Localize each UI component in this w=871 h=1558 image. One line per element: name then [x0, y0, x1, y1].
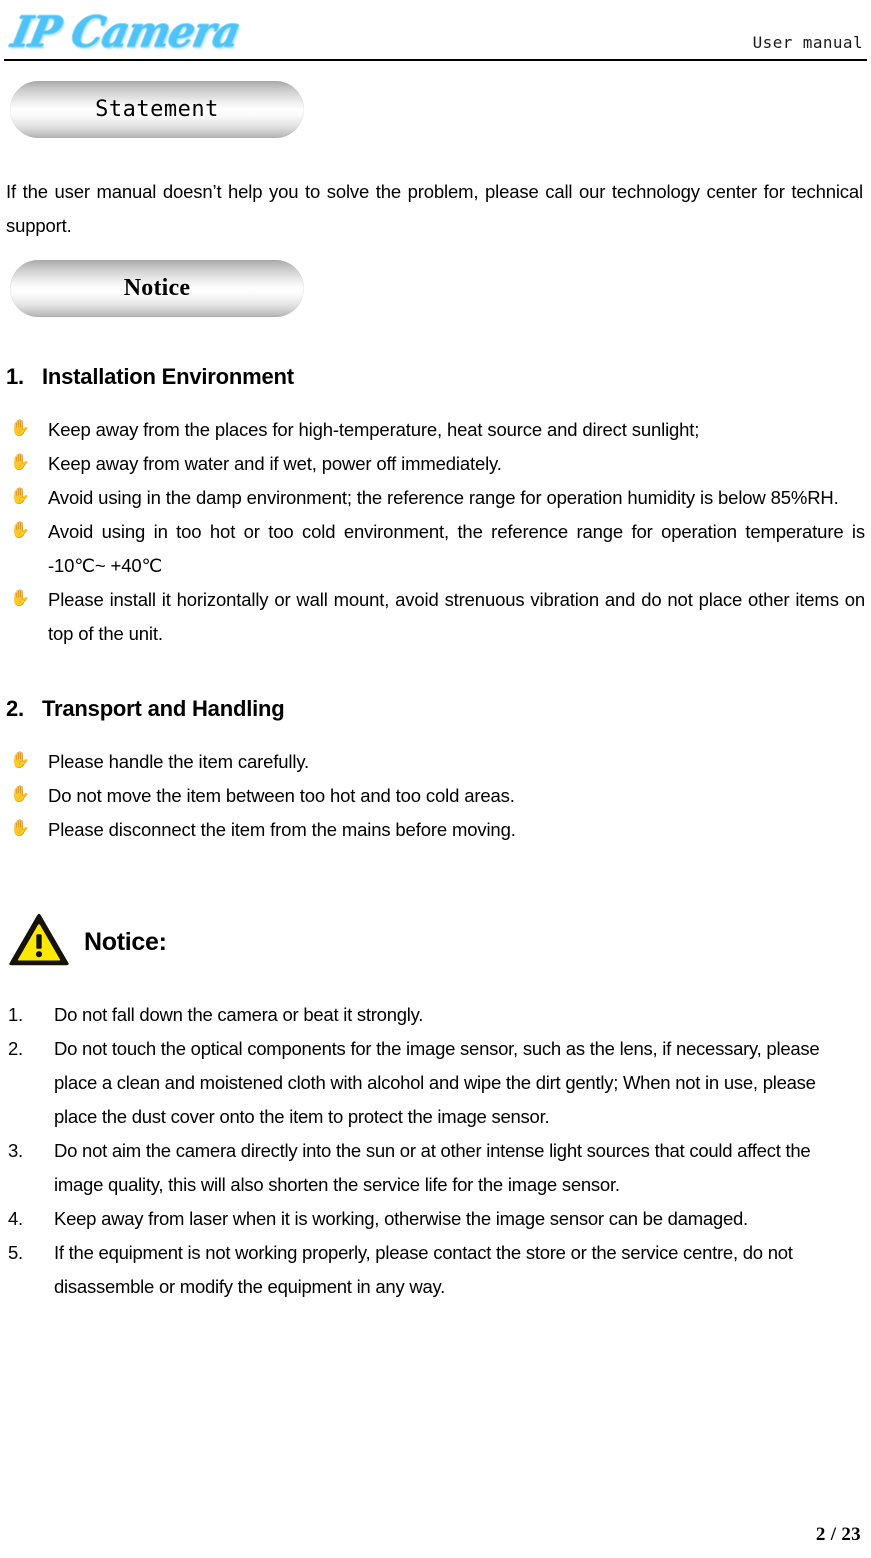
section-number: 1.: [6, 364, 24, 389]
list-item-text: Keep away from laser when it is working,…: [54, 1208, 748, 1229]
hand-bullet-icon: ✋: [10, 486, 30, 505]
list-item-text: Please disconnect the item from the main…: [48, 819, 516, 840]
list-item: ✋ Keep away from water and if wet, power…: [4, 447, 867, 481]
list-item-text: Do not move the item between too hot and…: [48, 785, 515, 806]
statement-banner-label: Statement: [95, 97, 219, 122]
list-item: 5. If the equipment is not working prope…: [4, 1236, 867, 1304]
header-document-type: User manual: [752, 33, 863, 52]
list-item-text: Keep away from the places for high-tempe…: [48, 419, 700, 440]
transport-handling-bullet-list: ✋ Please handle the item carefully. ✋ Do…: [4, 745, 867, 847]
list-item: ✋ Keep away from the places for high-tem…: [4, 413, 867, 447]
list-item-text: Do not fall down the camera or beat it s…: [54, 1004, 424, 1025]
list-item-text: Please install it horizontally or wall m…: [48, 589, 865, 644]
section-title: Installation Environment: [42, 364, 294, 389]
list-item-number: 5.: [8, 1242, 23, 1263]
hand-bullet-icon: ✋: [10, 588, 30, 607]
list-item: ✋ Please handle the item carefully.: [4, 745, 867, 779]
list-item: ✋ Do not move the item between too hot a…: [4, 779, 867, 813]
list-item: 3. Do not aim the camera directly into t…: [4, 1134, 867, 1202]
warning-notice-label: Notice:: [84, 927, 167, 956]
list-item-number: 4.: [8, 1208, 23, 1229]
list-item-text: If the equipment is not working properly…: [54, 1242, 793, 1297]
list-item: ✋ Please disconnect the item from the ma…: [4, 813, 867, 847]
statement-banner: Statement: [10, 81, 304, 138]
manual-page: IP Camera User manual Statement If the u…: [0, 0, 871, 1558]
section-heading-installation-environment: 1. Installation Environment: [6, 364, 867, 390]
notice-banner: Notice: [10, 260, 304, 317]
list-item: 1. Do not fall down the camera or beat i…: [4, 998, 867, 1032]
section-title: Transport and Handling: [42, 696, 285, 721]
page-number-footer: 2 / 23: [815, 1524, 861, 1545]
list-item-text: Do not touch the optical components for …: [54, 1038, 820, 1127]
page-header: IP Camera User manual: [4, 0, 867, 61]
section-heading-transport-and-handling: 2. Transport and Handling: [6, 696, 867, 722]
warning-triangle-icon: [9, 913, 69, 966]
notice-banner-label: Notice: [123, 275, 191, 301]
warning-numbered-list: 1. Do not fall down the camera or beat i…: [4, 998, 867, 1304]
hand-bullet-icon: ✋: [10, 452, 30, 471]
list-item-number: 3.: [8, 1140, 23, 1161]
list-item-text: Do not aim the camera directly into the …: [54, 1140, 811, 1195]
section-number: 2.: [6, 696, 24, 721]
installation-environment-bullet-list: ✋ Keep away from the places for high-tem…: [4, 413, 867, 651]
hand-bullet-icon: ✋: [10, 520, 30, 539]
list-item-number: 2.: [8, 1038, 23, 1059]
hand-bullet-icon: ✋: [10, 750, 30, 769]
hand-bullet-icon: ✋: [10, 784, 30, 803]
list-item-text: Avoid using in too hot or too cold envir…: [48, 521, 865, 576]
list-item: 4. Keep away from laser when it is worki…: [4, 1202, 867, 1236]
list-item-text: Avoid using in the damp environment; the…: [48, 487, 839, 508]
ip-camera-logo: IP Camera: [7, 7, 245, 58]
list-item: ✋ Avoid using in too hot or too cold env…: [4, 515, 867, 583]
list-item-number: 1.: [8, 1004, 23, 1025]
hand-bullet-icon: ✋: [10, 818, 30, 837]
list-item-text: Please handle the item carefully.: [48, 751, 310, 772]
list-item: ✋ Avoid using in the damp environment; t…: [4, 481, 867, 515]
list-item: ✋ Please install it horizontally or wall…: [4, 583, 867, 651]
intro-paragraph: If the user manual doesn’t help you to s…: [6, 181, 863, 236]
list-item: 2. Do not touch the optical components f…: [4, 1032, 867, 1134]
hand-bullet-icon: ✋: [10, 418, 30, 437]
list-item-text: Keep away from water and if wet, power o…: [48, 453, 502, 474]
warning-notice-header: Notice:: [8, 912, 867, 968]
